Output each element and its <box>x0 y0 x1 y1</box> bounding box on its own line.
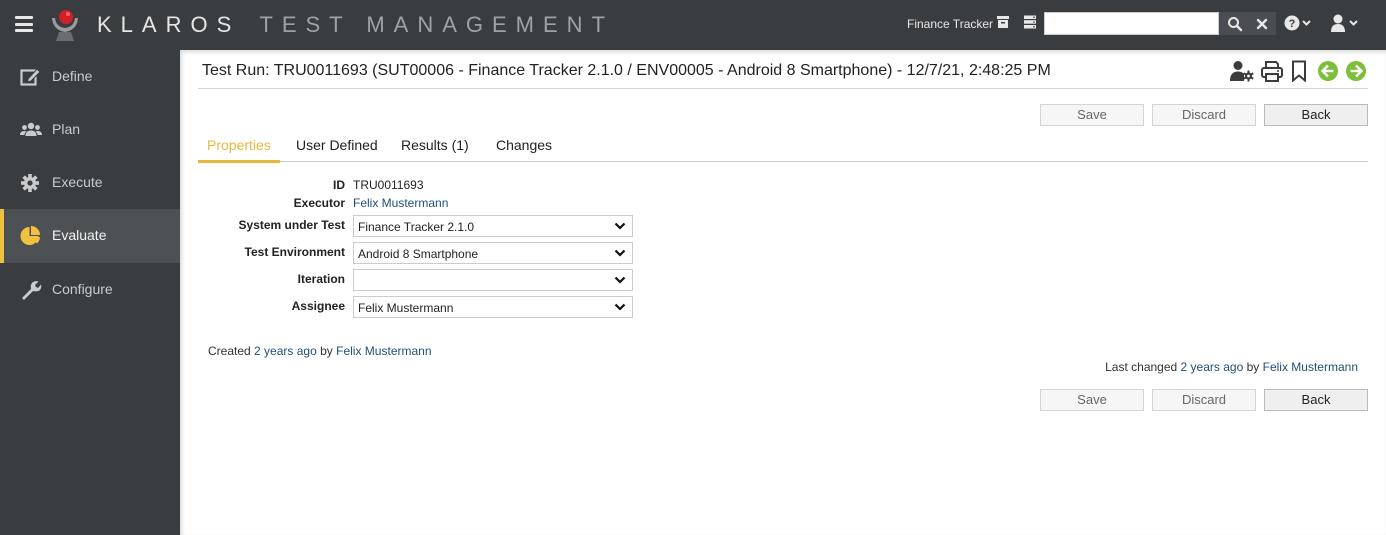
user-icon[interactable] <box>1330 13 1362 33</box>
back-button[interactable]: Back <box>1264 104 1368 126</box>
id-value: TRU0011693 <box>353 178 424 192</box>
previous-icon[interactable] <box>1316 60 1340 82</box>
sidebar-item-label: Execute <box>52 174 103 190</box>
search-box <box>1044 12 1276 35</box>
server-icon[interactable] <box>1022 14 1038 30</box>
clear-icon[interactable] <box>1253 15 1271 33</box>
created-when-link[interactable]: 2 years ago <box>254 344 317 358</box>
discard-button[interactable]: Discard <box>1152 104 1256 126</box>
save-button-bottom[interactable]: Save <box>1040 389 1144 411</box>
page-title: Test Run: TRU0011693 (SUT00006 - Finance… <box>202 62 1051 79</box>
executor-label: Executor <box>293 196 345 210</box>
iteration-select[interactable] <box>353 269 633 291</box>
chevron-down-icon <box>614 276 626 284</box>
users-icon <box>20 122 42 136</box>
env-label: Test Environment <box>244 245 345 259</box>
bookmark-icon[interactable] <box>1288 60 1312 82</box>
tab-properties[interactable]: Properties <box>198 137 280 163</box>
sut-select-value: Finance Tracker 2.1.0 <box>358 220 475 234</box>
env-select-value: Android 8 Smartphone <box>358 247 479 261</box>
chevron-down-icon <box>614 303 626 311</box>
brand-secondary: TEST MANAGEMENT <box>259 12 615 37</box>
save-button[interactable]: Save <box>1040 104 1144 126</box>
edit-icon <box>20 68 41 86</box>
sidebar-item-execute[interactable]: Execute <box>0 156 180 210</box>
top-bar: KLAROS TEST MANAGEMENT Finance Tracker ? <box>0 0 1386 50</box>
changed-by-link[interactable]: Felix Mustermann <box>1263 360 1358 374</box>
sidebar-item-label: Configure <box>52 281 113 297</box>
print-icon[interactable] <box>1260 60 1284 82</box>
iteration-label: Iteration <box>297 272 345 286</box>
help-icon[interactable]: ? <box>1284 14 1314 32</box>
sut-select[interactable]: Finance Tracker 2.1.0 <box>353 215 633 237</box>
discard-button-bottom[interactable]: Discard <box>1152 389 1256 411</box>
sut-label: System under Test <box>238 218 345 232</box>
project-name[interactable]: Finance Tracker <box>907 17 993 31</box>
brand-title: KLAROS TEST MANAGEMENT <box>97 12 614 38</box>
sidebar-item-evaluate[interactable]: Evaluate <box>0 209 180 263</box>
created-by-word: by <box>320 344 333 358</box>
tab-results[interactable]: Results (1) <box>401 137 469 160</box>
created-info: Created 2 years ago by Felix Mustermann <box>208 344 432 358</box>
sidebar-item-label: Define <box>52 68 93 84</box>
next-icon[interactable] <box>1344 60 1368 82</box>
id-label: ID <box>333 178 345 192</box>
sidebar: Define Plan Execute Evaluate Configure <box>0 50 180 535</box>
last-changed-info: Last changed 2 years ago by Felix Muster… <box>1105 360 1358 374</box>
changed-by-word: by <box>1246 360 1260 374</box>
changed-when-link[interactable]: 2 years ago <box>1181 360 1244 374</box>
chevron-down-icon <box>614 249 626 257</box>
changed-prefix: Last changed <box>1105 360 1178 374</box>
brand-primary: KLAROS <box>97 12 241 37</box>
search-icon[interactable] <box>1226 15 1244 33</box>
sidebar-item-configure[interactable]: Configure <box>0 263 180 317</box>
pie-chart-icon <box>20 226 40 245</box>
assignee-select[interactable]: Felix Mustermann <box>353 296 633 318</box>
svg-text:?: ? <box>1289 18 1296 30</box>
created-by-link[interactable]: Felix Mustermann <box>336 344 431 358</box>
tab-bar: Properties User Defined Results (1) Chan… <box>198 134 1368 163</box>
chevron-down-icon <box>614 222 626 230</box>
menu-icon[interactable] <box>15 16 33 32</box>
sidebar-item-define[interactable]: Define <box>0 50 180 104</box>
sidebar-item-label: Evaluate <box>52 227 107 243</box>
klaros-logo[interactable] <box>47 8 83 42</box>
env-select[interactable]: Android 8 Smartphone <box>353 242 633 264</box>
user-settings-icon[interactable] <box>1230 60 1254 82</box>
gear-icon <box>21 174 39 192</box>
assignee-select-value: Felix Mustermann <box>358 301 454 315</box>
archive-icon[interactable] <box>995 14 1011 30</box>
executor-link[interactable]: Felix Mustermann <box>353 196 448 210</box>
created-prefix: Created <box>208 344 251 358</box>
assignee-label: Assignee <box>291 299 345 313</box>
back-button-bottom[interactable]: Back <box>1264 389 1368 411</box>
main-content: Test Run: TRU0011693 (SUT00006 - Finance… <box>180 50 1386 535</box>
search-input[interactable] <box>1044 12 1219 35</box>
tab-user-defined[interactable]: User Defined <box>296 137 378 160</box>
title-divider <box>198 88 1368 89</box>
sidebar-item-label: Plan <box>52 121 81 137</box>
tab-changes[interactable]: Changes <box>496 137 552 160</box>
wrench-icon <box>22 281 42 300</box>
sidebar-item-plan[interactable]: Plan <box>0 103 180 157</box>
